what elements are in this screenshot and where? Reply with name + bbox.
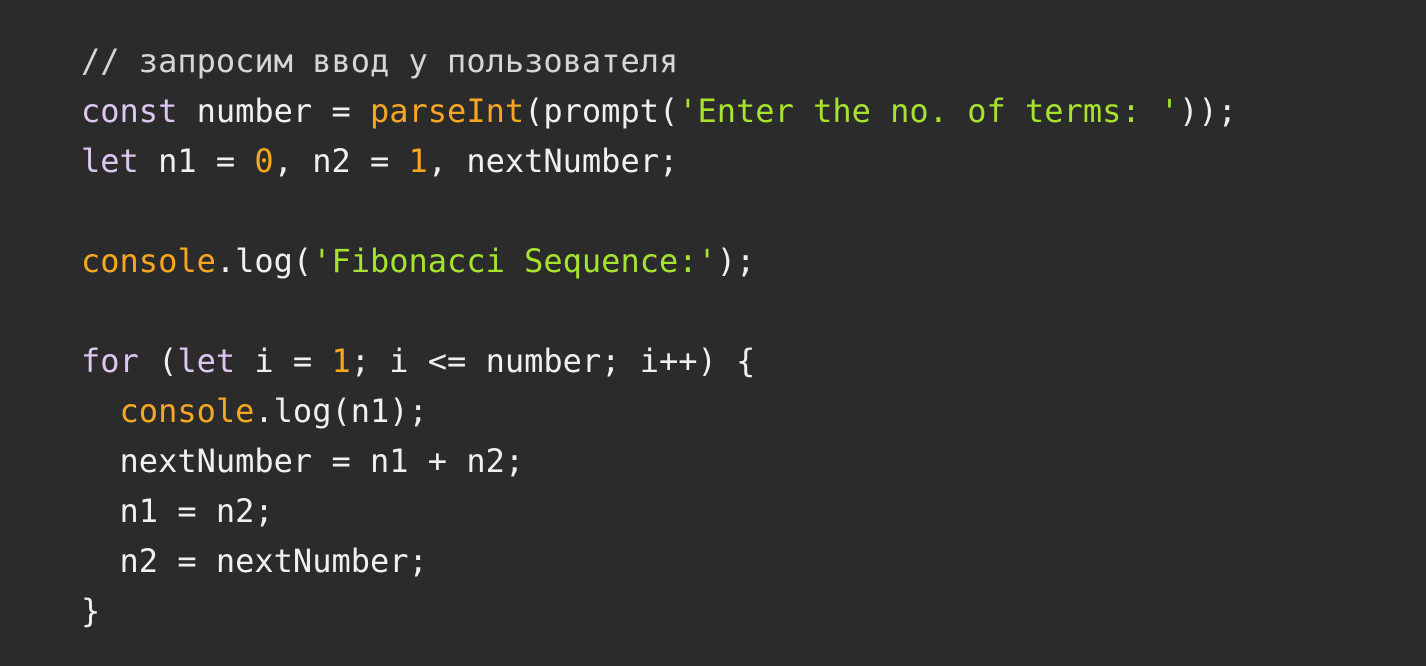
code-line: for (let i = 1; i <= number; i++) { xyxy=(81,336,1426,386)
code-token-number: 1 xyxy=(331,342,351,380)
code-line: let n1 = 0, n2 = 1, nextNumber; xyxy=(81,136,1426,186)
code-token-func: parseInt xyxy=(369,92,525,130)
code-token-plain: i = xyxy=(235,342,332,380)
code-token-plain: .log(n1); xyxy=(254,392,428,430)
code-token-plain: (prompt( xyxy=(524,92,679,130)
code-line: // запросим ввод у пользователя xyxy=(81,36,1426,86)
code-token-plain: n2 = nextNumber; xyxy=(81,542,428,580)
code-token-func: console xyxy=(81,242,216,280)
code-token-plain: ; i <= number; i++) { xyxy=(350,342,756,380)
code-token-number: 0 xyxy=(254,142,274,180)
code-token-keyword: let xyxy=(177,342,236,380)
code-token-plain: } xyxy=(81,592,101,630)
code-line: console.log(n1); xyxy=(81,386,1426,436)
code-token-plain: ( xyxy=(138,342,178,380)
code-token-keyword: for xyxy=(81,342,139,380)
code-token-string: 'Fibonacci Sequence:' xyxy=(312,242,717,280)
code-line: nextNumber = n1 + n2; xyxy=(81,436,1426,486)
code-line: n2 = nextNumber; xyxy=(81,536,1426,586)
code-line: console.log('Fibonacci Sequence:'); xyxy=(81,236,1426,286)
code-line: n1 = n2; xyxy=(81,486,1426,536)
code-token-plain: number = xyxy=(177,92,370,130)
code-token-keyword: const xyxy=(81,92,178,130)
code-token-plain: )); xyxy=(1179,92,1237,130)
code-token-plain: , nextNumber; xyxy=(427,142,679,180)
code-token-string: 'Enter the no. of terms: ' xyxy=(678,92,1180,130)
code-token-plain: nextNumber = n1 + n2; xyxy=(81,442,525,480)
code-line: const number = parseInt(prompt('Enter th… xyxy=(81,86,1426,136)
code-token-plain: , n2 = xyxy=(273,142,409,180)
code-token-plain: n1 = xyxy=(138,142,255,180)
code-token-plain: n1 = n2; xyxy=(81,492,274,530)
code-token-number: 1 xyxy=(408,142,428,180)
code-token-func: console xyxy=(119,392,255,430)
code-line: } xyxy=(81,586,1426,636)
code-block: // запросим ввод у пользователя const num… xyxy=(0,0,1426,666)
code-token-comment: // запросим ввод у пользователя xyxy=(81,42,679,80)
code-token-keyword: let xyxy=(81,142,139,180)
code-token-plain: ); xyxy=(716,242,756,280)
code-token-plain: .log( xyxy=(215,242,313,280)
